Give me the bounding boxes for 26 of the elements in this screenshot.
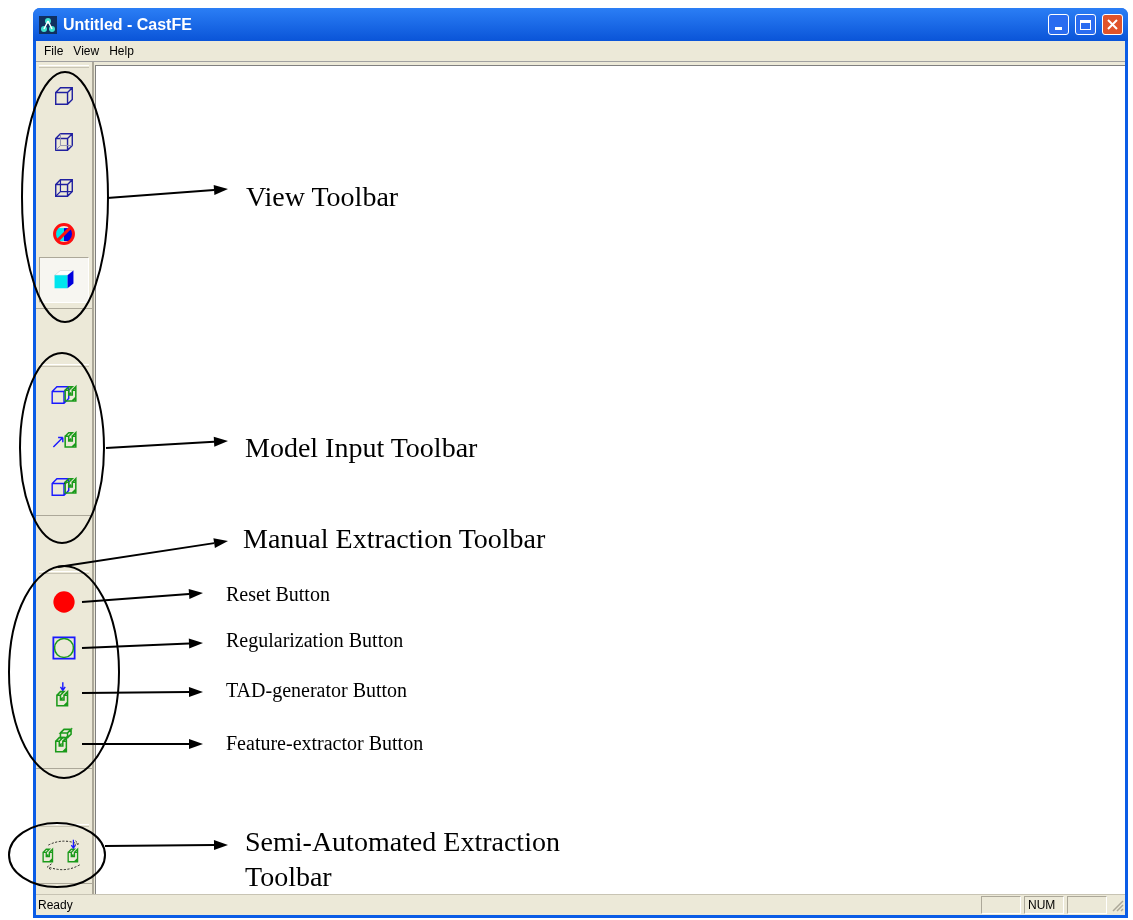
- resize-grip-icon[interactable]: [1110, 898, 1124, 912]
- minimize-button[interactable]: [1048, 14, 1069, 35]
- annotation-label: Semi-Automated Extraction Toolbar: [245, 825, 561, 894]
- annotation-label: Feature-extractor Button: [226, 731, 424, 756]
- annotation-label: View Toolbar: [246, 180, 399, 214]
- annotation-label: Manual Extraction Toolbar: [243, 522, 546, 556]
- annotation-label: TAD-generator Button: [226, 678, 408, 703]
- menu-item[interactable]: Help: [104, 42, 139, 60]
- annotation-label: Reset Button: [226, 582, 330, 607]
- dot-icon: [51, 589, 77, 615]
- toolbar-button[interactable]: [39, 257, 89, 303]
- status-text: Ready: [37, 897, 74, 914]
- maximize-button[interactable]: [1075, 14, 1096, 35]
- close-icon: [1107, 19, 1118, 30]
- circle-square-icon: [51, 635, 77, 661]
- annotation-label: Model Input Toolbar: [245, 431, 478, 465]
- status-panel: [1067, 896, 1107, 914]
- app-icon: [39, 15, 57, 34]
- prohibited-cube-icon: [51, 221, 77, 247]
- close-button[interactable]: [1102, 14, 1123, 35]
- status-panel: [981, 896, 1021, 914]
- status-indicator: NUM: [1024, 896, 1064, 914]
- annotation-label: Regularization Button: [226, 628, 404, 653]
- menu-item[interactable]: View: [68, 42, 105, 60]
- menu-item[interactable]: File: [39, 42, 69, 60]
- window-title: Untitled - CastFE: [63, 14, 193, 35]
